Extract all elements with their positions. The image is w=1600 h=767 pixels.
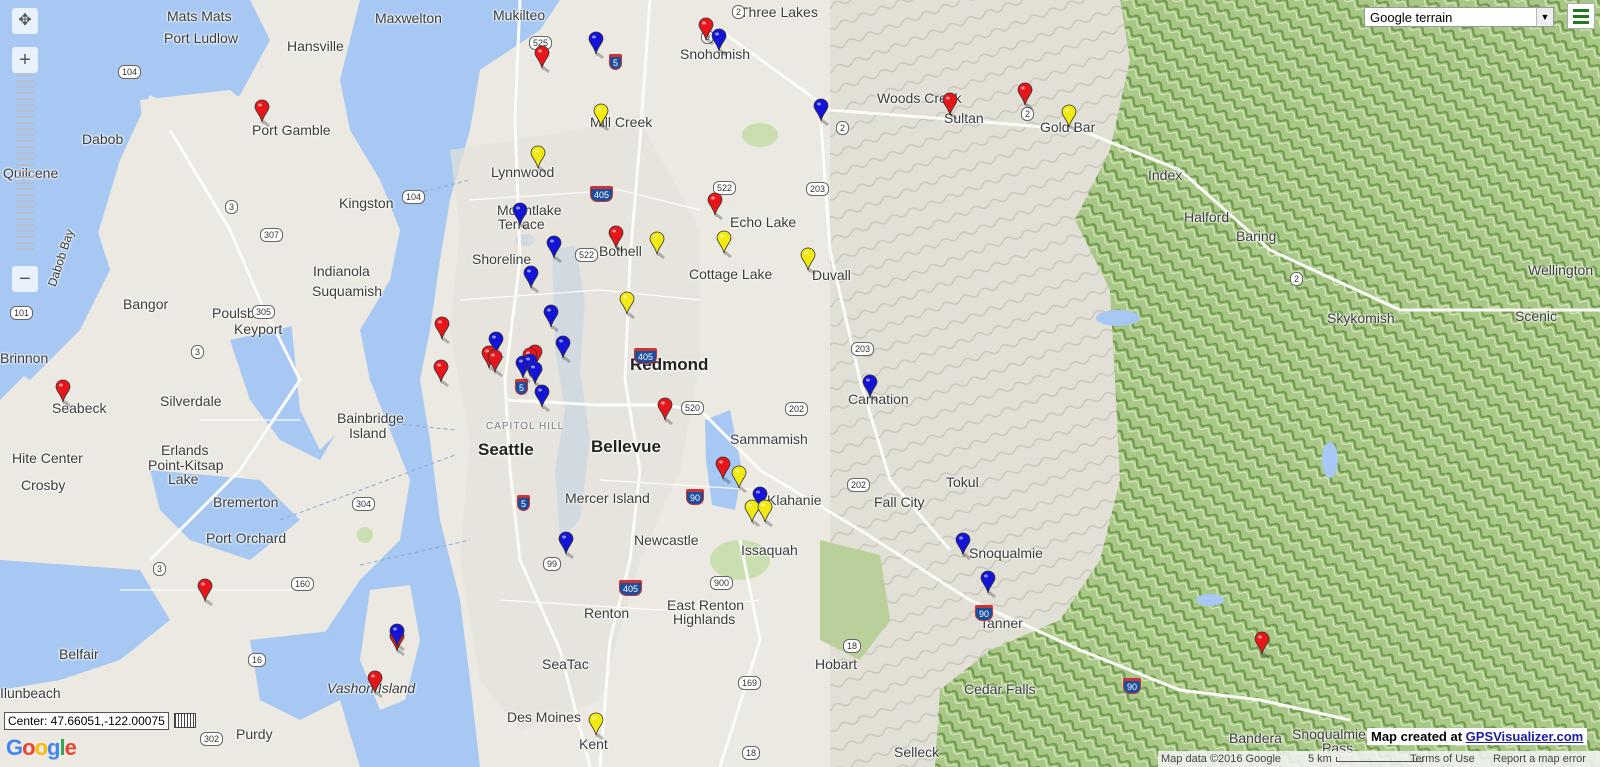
red-marker-icon[interactable] — [1254, 631, 1270, 660]
route-shield: 101 — [10, 306, 34, 320]
blue-marker-icon[interactable] — [512, 202, 528, 231]
zoom-in-button[interactable]: + — [12, 47, 38, 73]
scale-bar — [1336, 757, 1423, 762]
route-shield: 405 — [634, 348, 658, 364]
yellow-marker-icon[interactable] — [530, 145, 546, 174]
red-marker-icon[interactable] — [608, 225, 624, 254]
route-shield: 405 — [619, 580, 643, 596]
map-data-attribution: Map data ©2016 Google — [1161, 753, 1282, 765]
blue-marker-icon[interactable] — [955, 532, 971, 561]
red-marker-icon[interactable] — [254, 99, 270, 128]
yellow-marker-icon[interactable] — [744, 499, 760, 528]
red-marker-icon[interactable] — [197, 578, 213, 607]
route-shield: 305 — [252, 305, 276, 319]
blue-marker-icon[interactable] — [555, 335, 571, 364]
hamburger-menu-icon[interactable] — [1567, 3, 1595, 29]
route-shield: 203 — [806, 182, 830, 196]
blue-marker-icon[interactable] — [711, 28, 727, 57]
route-shield: 90 — [686, 489, 705, 505]
yellow-marker-icon[interactable] — [619, 291, 635, 320]
red-marker-icon[interactable] — [942, 92, 958, 121]
chevron-down-icon: ▼ — [1536, 8, 1553, 26]
route-shield: 18 — [843, 639, 862, 653]
route-shield: 5 — [517, 495, 531, 511]
route-shield: 90 — [975, 605, 994, 621]
credit-prefix: Map created at — [1371, 729, 1463, 744]
gpsvisualizer-link[interactable]: GPSVisualizer.com — [1466, 729, 1584, 744]
center-coordinate-readout: Center: 47.66051,-122.00075 — [4, 712, 169, 730]
route-shield: 5 — [609, 54, 623, 70]
yellow-marker-icon[interactable] — [593, 103, 609, 132]
yellow-marker-icon[interactable] — [757, 499, 773, 528]
blue-marker-icon[interactable] — [523, 265, 539, 294]
route-shield: 522 — [575, 248, 599, 262]
red-marker-icon[interactable] — [707, 192, 723, 221]
route-shield: 160 — [291, 577, 315, 591]
yellow-marker-icon[interactable] — [716, 230, 732, 259]
zoom-slider[interactable] — [16, 74, 34, 254]
blue-marker-icon[interactable] — [862, 374, 878, 403]
pan-control[interactable]: ✥ — [12, 8, 38, 34]
route-shield: 520 — [681, 401, 705, 415]
map-type-select[interactable]: Google terrain ▼ — [1364, 7, 1554, 27]
route-shield: 16 — [248, 653, 267, 667]
red-marker-icon[interactable] — [534, 45, 550, 74]
map-canvas[interactable]: Mats Mats Maxwelton Mukilteo Three Lakes Por… — [0, 0, 1600, 767]
route-shield: 104 — [118, 65, 142, 79]
route-shield: 5 — [515, 379, 529, 395]
route-shield: 203 — [851, 342, 875, 356]
google-logo: Google — [6, 735, 77, 760]
yellow-marker-icon[interactable] — [731, 465, 747, 494]
blue-marker-icon[interactable] — [389, 623, 405, 652]
route-shield: 3 — [153, 562, 167, 576]
blue-marker-icon[interactable] — [534, 384, 550, 413]
red-marker-icon[interactable] — [433, 359, 449, 388]
route-shield: 304 — [352, 497, 376, 511]
map-type-value: Google terrain — [1370, 10, 1453, 25]
red-marker-icon[interactable] — [434, 316, 450, 345]
red-marker-icon[interactable] — [1017, 82, 1033, 111]
red-marker-icon[interactable] — [657, 397, 673, 426]
yellow-marker-icon[interactable] — [649, 231, 665, 260]
red-marker-icon[interactable] — [698, 17, 714, 46]
route-shield: 202 — [847, 478, 871, 492]
blue-marker-icon[interactable] — [543, 304, 559, 333]
yellow-marker-icon[interactable] — [800, 247, 816, 276]
blue-marker-icon[interactable] — [546, 235, 562, 264]
route-shield: 169 — [738, 676, 762, 690]
blue-marker-icon[interactable] — [980, 570, 996, 599]
red-marker-icon[interactable] — [487, 349, 503, 378]
report-error-link[interactable]: Report a map error — [1493, 751, 1586, 767]
blue-marker-icon[interactable] — [813, 98, 829, 127]
route-shield: 307 — [260, 228, 284, 242]
red-marker-icon[interactable] — [367, 670, 383, 699]
yellow-marker-icon[interactable] — [1061, 104, 1077, 133]
route-shield: 3 — [191, 345, 205, 359]
route-shield: 2 — [836, 121, 850, 135]
route-shield: 99 — [543, 557, 562, 571]
yellow-marker-icon[interactable] — [588, 712, 604, 741]
blue-marker-icon[interactable] — [588, 31, 604, 60]
route-shield: 405 — [590, 186, 614, 202]
zoom-out-button[interactable]: − — [12, 266, 38, 292]
scale-label: 5 km — [1308, 753, 1332, 765]
ruler-icon[interactable] — [174, 713, 196, 728]
route-shield: 202 — [785, 402, 809, 416]
route-shield: 90 — [1123, 678, 1142, 694]
blue-marker-icon[interactable] — [558, 531, 574, 560]
red-marker-icon[interactable] — [715, 456, 731, 485]
route-shield: 302 — [200, 732, 224, 746]
route-shield: 2 — [1290, 272, 1304, 286]
blue-marker-icon[interactable] — [527, 361, 543, 390]
map-base-layer — [0, 0, 1600, 767]
route-shield: 3 — [225, 200, 239, 214]
route-shield: 2 — [732, 5, 746, 19]
route-shield: 900 — [710, 576, 734, 590]
route-shield: 2 — [1021, 107, 1035, 121]
map-credit: Map created at GPSVisualizer.com — [1367, 728, 1588, 745]
red-marker-icon[interactable] — [55, 379, 71, 408]
route-shield: 18 — [742, 746, 761, 760]
route-shield: 104 — [402, 190, 426, 204]
